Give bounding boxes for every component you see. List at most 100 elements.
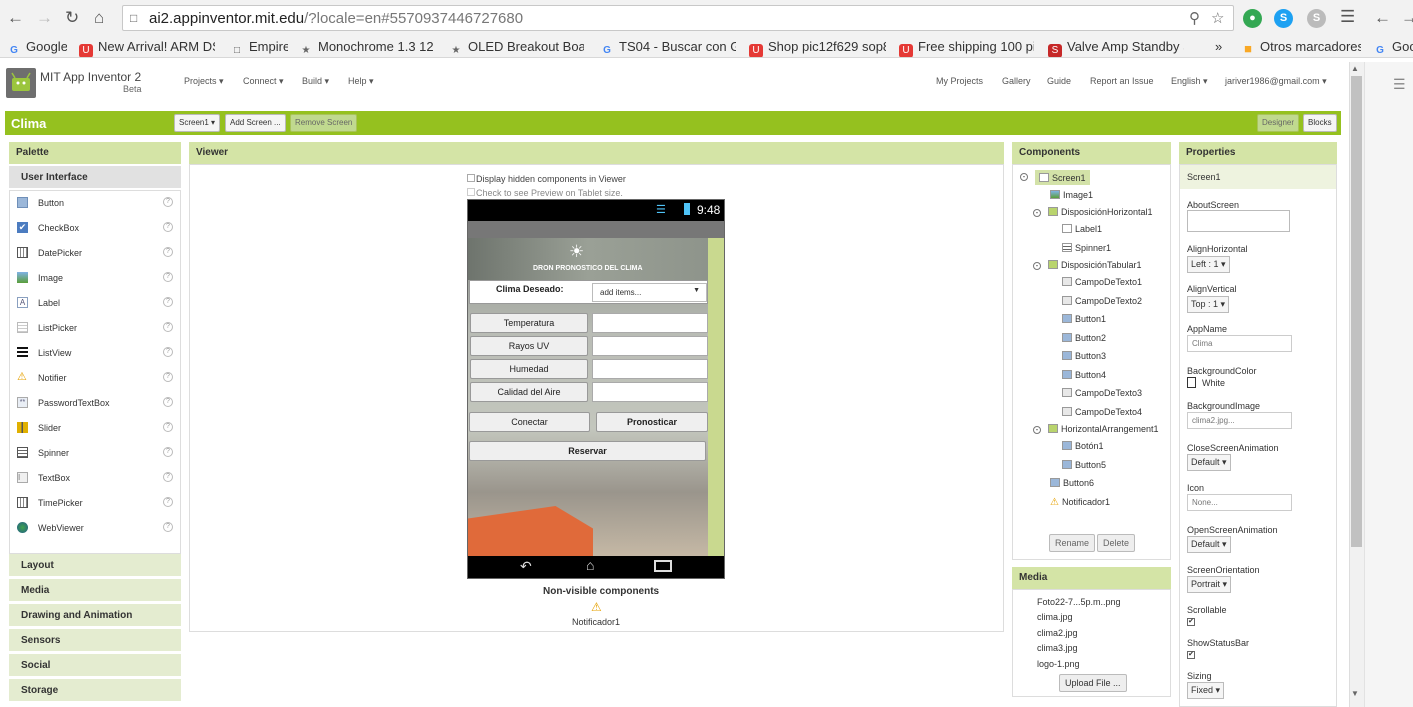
media-file-logo1[interactable]: logo-1.png	[1037, 659, 1080, 669]
button-temperatura[interactable]: Temperatura	[470, 313, 588, 333]
prop-close-anim-dropdown[interactable]: Default ▾	[1187, 454, 1231, 471]
button-calidad-aire[interactable]: Calidad del Aire	[470, 382, 588, 402]
help-icon[interactable]: ?	[163, 422, 173, 432]
page-scrollbar-thumb[interactable]	[1351, 76, 1362, 547]
menu-account[interactable]: jariver1986@gmail.com ▾	[1225, 76, 1327, 87]
bookmarks-overflow[interactable]: »	[1215, 39, 1229, 54]
palette-item-button[interactable]: Button?	[10, 191, 180, 216]
forward-icon[interactable]: →	[36, 8, 53, 28]
media-file-clima2[interactable]: clima2.jpg	[1037, 628, 1078, 638]
button-humedad[interactable]: Humedad	[470, 359, 588, 379]
reload-icon[interactable]: ↻	[65, 8, 79, 28]
search-icon[interactable]: ⚲	[1189, 9, 1200, 27]
palette-item-slider[interactable]: Slider?	[10, 416, 180, 441]
back-icon[interactable]: ←	[7, 8, 24, 28]
tree-button2[interactable]: Button2	[1062, 333, 1106, 343]
help-icon[interactable]: ?	[163, 297, 173, 307]
tree-campo-de-texto4[interactable]: CampoDeTexto4	[1062, 407, 1142, 417]
button-rayos-uv[interactable]: Rayos UV	[470, 336, 588, 356]
bookmark-google[interactable]: G Google	[7, 39, 67, 57]
scroll-up-icon[interactable]: ▲	[1351, 64, 1359, 73]
scroll-down-icon[interactable]: ▼	[1351, 689, 1359, 698]
palette-item-listpicker[interactable]: ListPicker?	[10, 316, 180, 341]
tree-campo-de-texto2[interactable]: CampoDeTexto2	[1062, 296, 1142, 306]
palette-item-listview[interactable]: ListView?	[10, 341, 180, 366]
tree-campo-de-texto3[interactable]: CampoDeTexto3	[1062, 388, 1142, 398]
menu-projects[interactable]: Projects ▾	[184, 76, 224, 87]
collapse-screen1-icon[interactable]: -	[1020, 173, 1028, 181]
prop-sizing-dropdown[interactable]: Fixed ▾	[1187, 682, 1225, 699]
bookmark-arm-dso[interactable]: U New Arrival! ARM DSO	[79, 39, 215, 57]
tree-screen1[interactable]: Screen1	[1035, 170, 1090, 185]
palette-category-sensors[interactable]: Sensors	[9, 629, 181, 652]
tree-spinner1[interactable]: Spinner1	[1062, 243, 1111, 253]
campo-de-texto-1[interactable]	[592, 313, 708, 333]
prop-scrollable-checkbox[interactable]: ✔	[1187, 618, 1195, 626]
bookmark-other[interactable]: ■ Otros marcadores	[1241, 39, 1361, 56]
prop-alignv-dropdown[interactable]: Top : 1 ▾	[1187, 296, 1230, 313]
bookmark-empire[interactable]: □ Empire	[230, 39, 288, 57]
help-icon[interactable]: ?	[163, 247, 173, 257]
help-icon[interactable]: ?	[163, 447, 173, 457]
skype-disabled-icon[interactable]: S	[1307, 9, 1326, 28]
collapse-disp-horizontal-icon[interactable]: -	[1033, 209, 1041, 217]
tree-boton1[interactable]: Botón1	[1062, 441, 1104, 451]
star-icon[interactable]: ☆	[1211, 9, 1224, 27]
prop-orientation-dropdown[interactable]: Portrait ▾	[1187, 576, 1232, 593]
home-icon[interactable]: ⌂	[94, 8, 104, 28]
media-file-clima[interactable]: clima.jpg	[1037, 612, 1073, 622]
prop-icon-input[interactable]: None...	[1187, 494, 1292, 511]
palette-item-spinner[interactable]: Spinner?	[10, 441, 180, 466]
menu-build[interactable]: Build ▾	[302, 76, 329, 87]
rename-button[interactable]: Rename	[1049, 534, 1096, 552]
prop-open-anim-dropdown[interactable]: Default ▾	[1187, 536, 1231, 553]
link-report-issue[interactable]: Report an Issue	[1090, 76, 1154, 86]
side-menu-icon[interactable]: ☰	[1393, 76, 1406, 93]
help-icon[interactable]: ?	[163, 472, 173, 482]
collapse-horizontal-arrangement-icon[interactable]: -	[1033, 426, 1041, 434]
chrome-menu-icon[interactable]: ☰	[1340, 7, 1355, 27]
palette-item-passwordtextbox[interactable]: ** PasswordTextBox?	[10, 391, 180, 416]
spinner1[interactable]: add items... ▼	[592, 283, 707, 302]
link-gallery[interactable]: Gallery	[1002, 76, 1031, 86]
palette-item-image[interactable]: Image?	[10, 266, 180, 291]
add-screen-button[interactable]: Add Screen ...	[225, 114, 286, 132]
prop-bgimage-input[interactable]: clima2.jpg...	[1187, 412, 1292, 429]
color-swatch-icon[interactable]	[1187, 377, 1196, 388]
help-icon[interactable]: ?	[163, 397, 173, 407]
tablet-preview-checkbox[interactable]	[467, 188, 475, 196]
help-icon[interactable]: ?	[163, 272, 173, 282]
skype-icon[interactable]: S	[1274, 9, 1293, 28]
bookmark-pic12f629[interactable]: U Shop pic12f629 sop8	[749, 39, 886, 57]
button-pronosticar[interactable]: Pronosticar	[596, 412, 708, 432]
menu-language[interactable]: English ▾	[1171, 76, 1208, 87]
palette-item-checkbox[interactable]: ✔ CheckBox?	[10, 216, 180, 241]
prop-alignh-dropdown[interactable]: Left : 1 ▾	[1187, 256, 1230, 273]
palette-item-notifier[interactable]: ⚠ Notifier?	[10, 366, 180, 391]
palette-category-social[interactable]: Social	[9, 654, 181, 677]
tree-button3[interactable]: Button3	[1062, 351, 1106, 361]
upload-file-button[interactable]: Upload File ...	[1059, 674, 1127, 692]
help-icon[interactable]: ?	[163, 197, 173, 207]
app-inventor-logo[interactable]	[6, 68, 36, 98]
media-file-foto22[interactable]: Foto22-7...5p.m..png	[1037, 597, 1121, 607]
help-icon[interactable]: ?	[163, 372, 173, 382]
tree-campo-de-texto1[interactable]: CampoDeTexto1	[1062, 277, 1142, 287]
tree-label1[interactable]: Label1	[1062, 224, 1102, 234]
prop-appname-input[interactable]: Clima	[1187, 335, 1292, 352]
blocks-button[interactable]: Blocks	[1303, 114, 1337, 132]
back-icon-2[interactable]: ←	[1374, 8, 1391, 28]
bookmark-monochrome[interactable]: ★ Monochrome 1.3 128x	[299, 39, 433, 57]
palette-category-user-interface[interactable]: User Interface	[9, 166, 181, 189]
palette-category-storage[interactable]: Storage	[9, 679, 181, 702]
palette-item-label[interactable]: A Label?	[10, 291, 180, 316]
designer-button[interactable]: Designer	[1257, 114, 1300, 132]
help-icon[interactable]: ?	[163, 522, 173, 532]
menu-help[interactable]: Help ▾	[348, 76, 374, 87]
tree-image1[interactable]: Image1	[1050, 190, 1093, 200]
hidden-components-checkbox[interactable]	[467, 174, 475, 182]
menu-connect[interactable]: Connect ▾	[243, 76, 284, 87]
help-icon[interactable]: ?	[163, 222, 173, 232]
delete-button[interactable]: Delete	[1097, 534, 1136, 552]
help-icon[interactable]: ?	[163, 322, 173, 332]
